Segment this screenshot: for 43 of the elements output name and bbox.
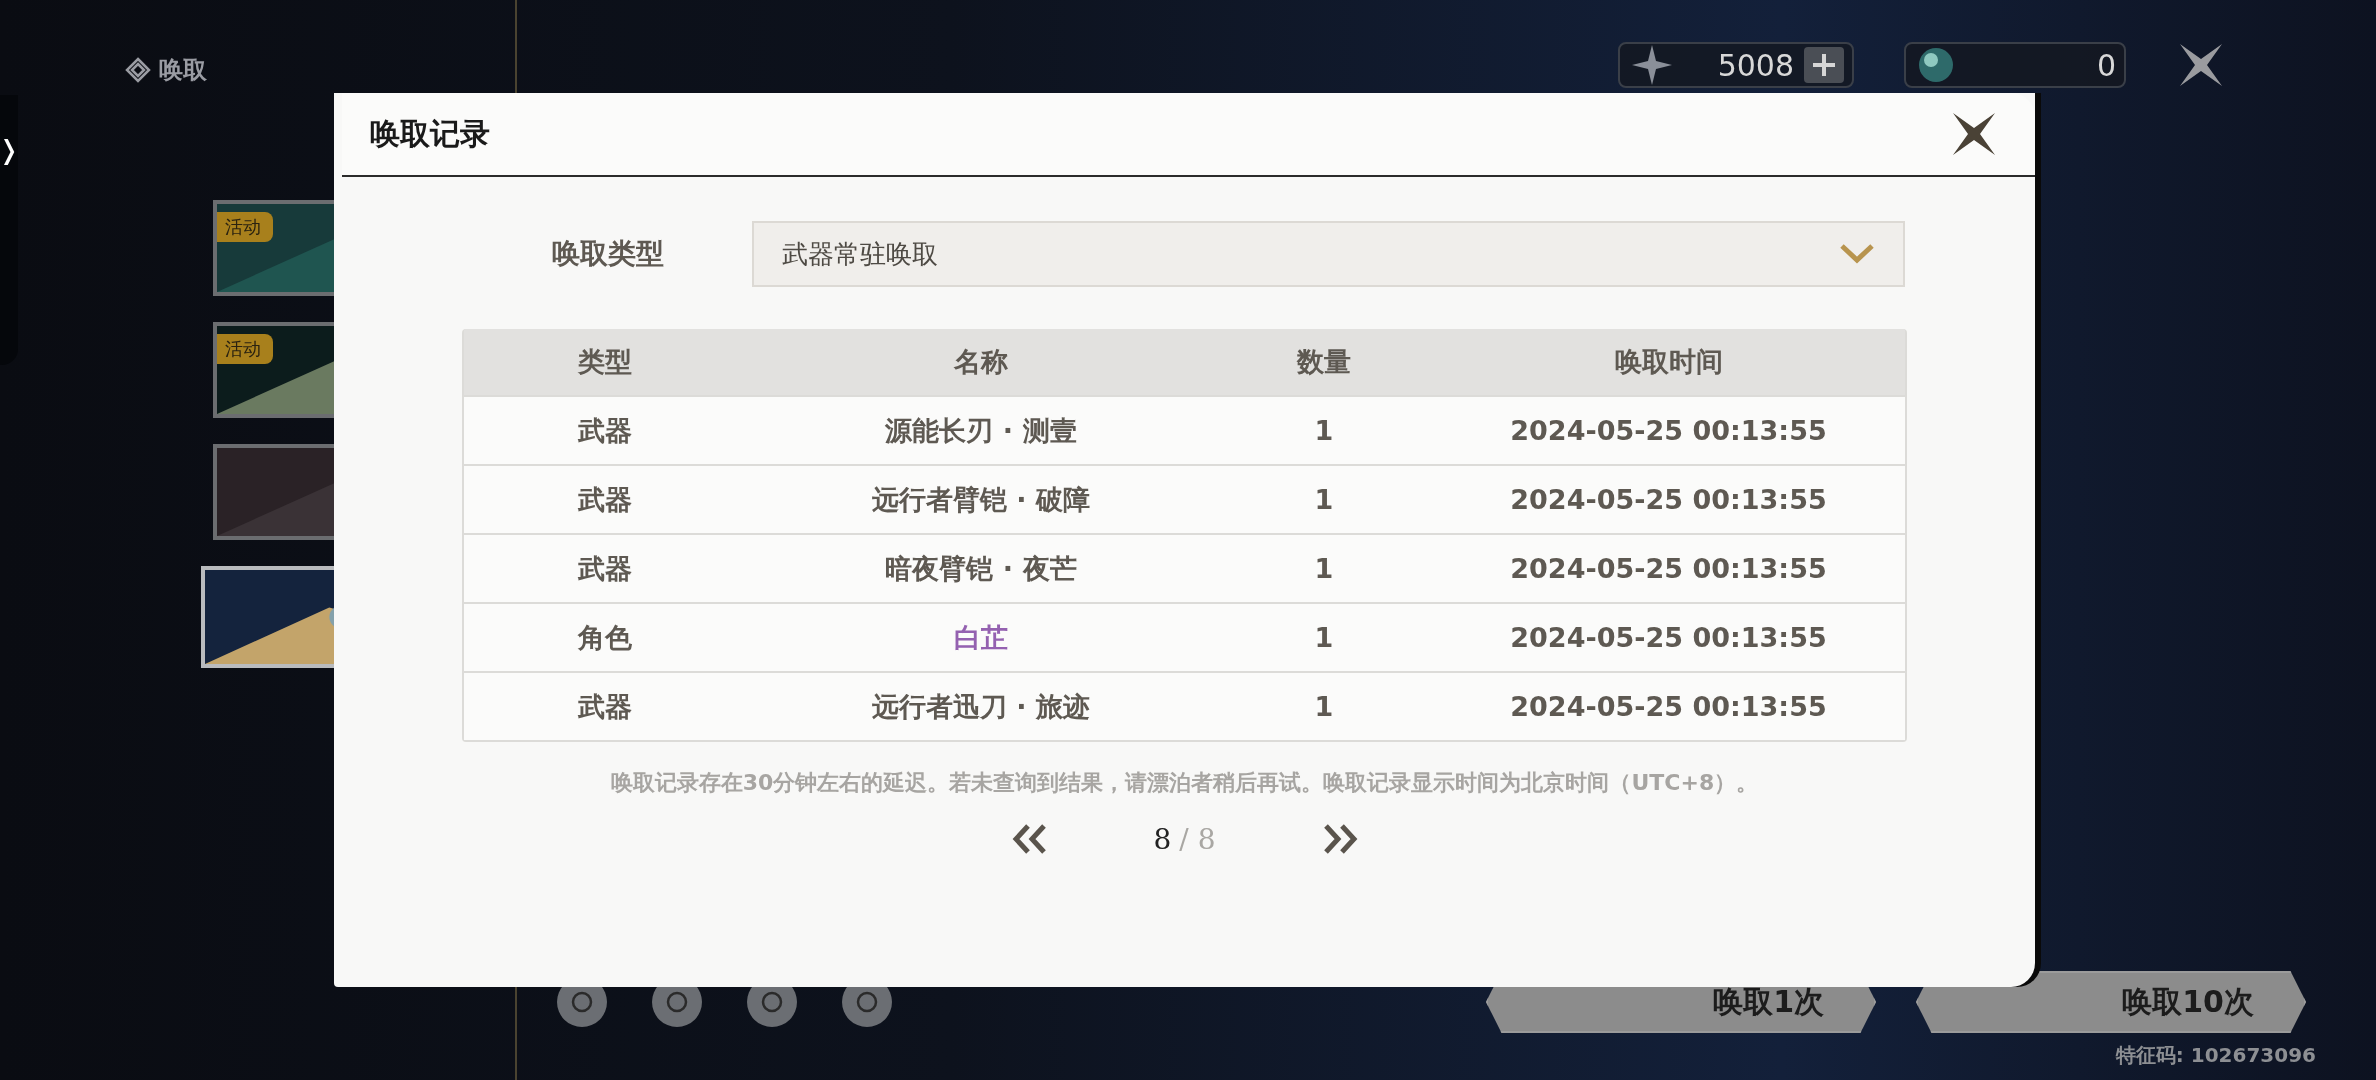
table-cell-text: 2024-05-25 00:13:55 xyxy=(1509,621,1828,655)
column-header: 类型 xyxy=(577,345,633,379)
table-cell-text: 1 xyxy=(1313,483,1335,517)
table-cell-text: 武器 xyxy=(577,551,633,586)
table-cell-text: 暗夜臂铠 · 夜芒 xyxy=(884,551,1078,586)
page-title: 唤取 xyxy=(159,55,207,86)
delay-note: 唤取记录存在30分钟左右的延迟。若未查询到结果，请漂泊者稍后再试。唤取记录显示时间为北京时间（UTC+8）。 xyxy=(610,769,1759,797)
type-dropdown[interactable]: 武器常驻唤取 xyxy=(752,221,1905,287)
table-cell-text: 1 xyxy=(1313,552,1335,586)
table-cell-text: 1 xyxy=(1313,621,1335,655)
table-cell-text: 2024-05-25 00:13:55 xyxy=(1509,552,1828,586)
table-cell-text: 远行者臂铠 · 破障 xyxy=(870,482,1092,517)
currency-amount: 5008 xyxy=(1716,47,1794,83)
dialog-title: 唤取记录 xyxy=(370,114,490,153)
orb-icon xyxy=(1916,45,1956,85)
column-header: 名称 xyxy=(953,345,1009,379)
current-page: 8 xyxy=(1153,822,1172,856)
chevron-down-icon xyxy=(1839,243,1875,265)
plus-icon xyxy=(1813,54,1835,76)
table-cell-text: 武器 xyxy=(577,413,633,448)
column-header: 数量 xyxy=(1295,345,1352,379)
player-id: 特征码: 102673096 xyxy=(2115,1042,2316,1069)
table-cell-text: 1 xyxy=(1313,690,1335,724)
table-cell-text: 2024-05-25 00:13:55 xyxy=(1509,690,1828,724)
diamond-icon xyxy=(125,57,151,83)
table-cell-text: 远行者迅刀 · 旅迹 xyxy=(870,689,1092,724)
table-cell-text: 角色 xyxy=(576,620,633,655)
table-cell-text: 1 xyxy=(1313,414,1335,448)
total-pages: / 8 xyxy=(1179,822,1216,856)
event-badge: 活动 xyxy=(217,212,273,242)
column-header: 唤取时间 xyxy=(1613,345,1724,379)
table-cell-text: 武器 xyxy=(577,482,633,517)
table-cell-text: 2024-05-25 00:13:55 xyxy=(1509,483,1828,517)
table-cell-text: 白芷 xyxy=(953,620,1009,655)
filter-label: 唤取类型 xyxy=(551,236,665,272)
add-button[interactable] xyxy=(1804,47,1844,83)
table-cell-text: 源能长刃 · 测壹 xyxy=(884,413,1078,448)
summon-button[interactable]: 唤取10次 xyxy=(1916,971,2306,1033)
side-handle[interactable]: ❭ xyxy=(0,95,18,365)
event-badge: 活动 xyxy=(217,334,273,364)
table-cell-text: 武器 xyxy=(577,689,633,724)
currency-amount: 0 xyxy=(2095,47,2116,83)
table-cell-text: 2024-05-25 00:13:55 xyxy=(1509,414,1828,448)
